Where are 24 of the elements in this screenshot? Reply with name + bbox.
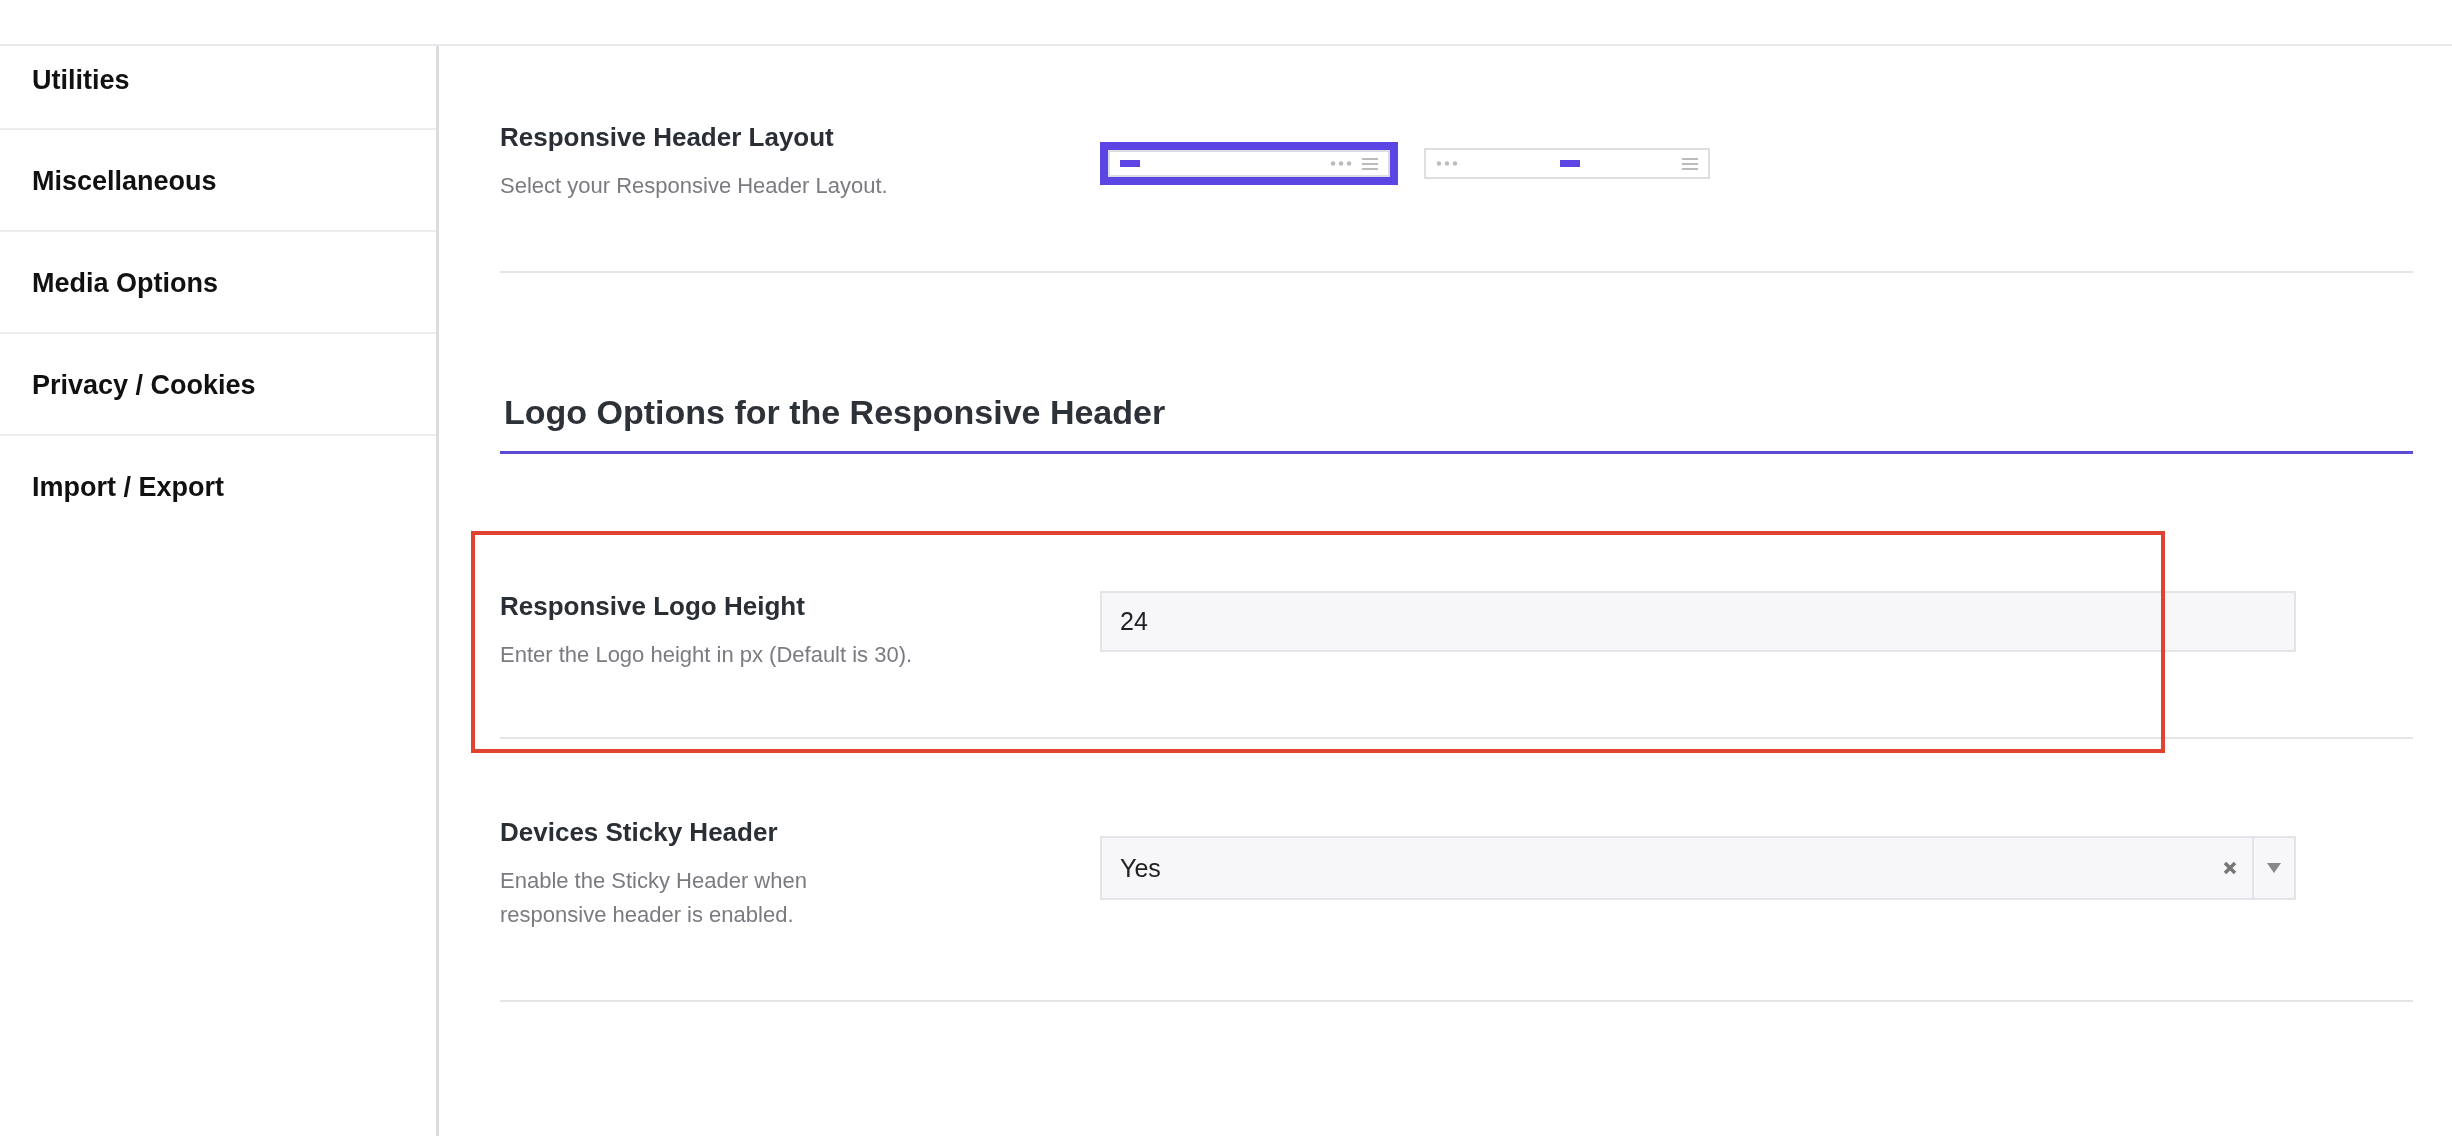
menu-icon — [1682, 157, 1698, 170]
logo-height-input[interactable]: 24 — [1100, 591, 2296, 653]
clear-icon[interactable] — [2222, 860, 2238, 877]
layout-option[interactable] — [1100, 142, 1398, 185]
field-title: Responsive Logo Height — [500, 591, 806, 623]
dots-icon — [1330, 161, 1352, 166]
sidebar-item[interactable]: Privacy / Cookies — [32, 370, 256, 401]
sidebar-item[interactable]: Miscellaneous — [32, 166, 217, 197]
field-description: Enable the Sticky Header when responsive header is enabled. — [500, 867, 808, 930]
select-value: Yes — [1119, 853, 1162, 883]
logo-mark — [1560, 160, 1580, 167]
sidebar-item[interactable]: Media Options — [32, 268, 218, 299]
sidebar-item[interactable]: Utilities — [32, 65, 130, 96]
dots-icon — [1436, 161, 1458, 166]
sticky-header-select[interactable]: Yes — [1100, 836, 2296, 901]
field-title: Responsive Header Layout — [500, 122, 835, 153]
caret-icon — [2267, 863, 2281, 874]
section-heading: Logo Options for the Responsive Header — [504, 393, 1166, 432]
field-description: Enter the Logo height in px (Default is 30). — [500, 641, 914, 670]
sidebar-item[interactable]: Import / Export — [32, 472, 224, 503]
field-description: Select your Responsive Header Layout. — [500, 172, 889, 200]
menu-icon — [1362, 157, 1378, 170]
logo-mark — [1120, 160, 1140, 167]
field-title: Devices Sticky Header — [500, 817, 779, 849]
